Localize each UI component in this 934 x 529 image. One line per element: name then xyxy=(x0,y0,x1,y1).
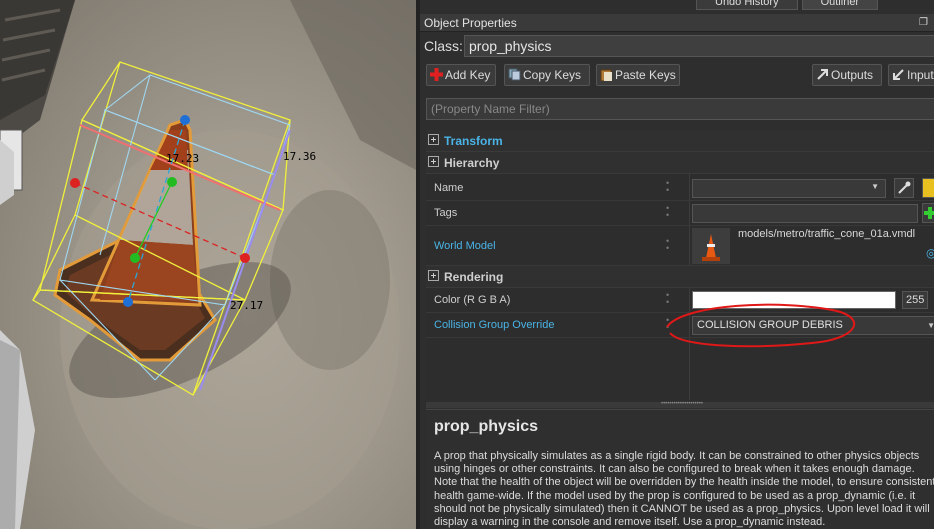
help-body: A prop that physically simulates as a si… xyxy=(434,450,934,529)
add-key-button[interactable]: Add Key xyxy=(426,64,496,86)
property-grid: Transform Hierarchy Name •• ▼ Tags •• xyxy=(426,130,934,400)
class-row: Class: prop_physics xyxy=(420,34,934,58)
x-axis-handle-end[interactable] xyxy=(240,253,250,263)
property-world-model-row: World Model • • models/metro/traffic_cone… xyxy=(426,226,934,266)
eyedropper-icon xyxy=(898,181,911,194)
inputs-arrow-icon xyxy=(893,69,904,80)
help-title: prop_physics xyxy=(434,418,539,435)
object-properties-panel: Undo History Outliner Object Properties … xyxy=(416,0,934,529)
dimension-label-z: 27.17 xyxy=(230,299,264,312)
tab-outliner[interactable]: Outliner xyxy=(801,0,879,10)
chevron-down-icon[interactable]: ▼ xyxy=(871,182,879,191)
help-splitter[interactable]: •••••••••••••••••••• xyxy=(426,401,934,408)
red-annotation-circle xyxy=(666,303,856,348)
world-model-label[interactable]: World Model xyxy=(434,240,496,252)
class-field[interactable]: prop_physics xyxy=(464,35,934,57)
inputs-button[interactable]: Inputs xyxy=(888,64,934,86)
paste-keys-button[interactable]: Paste Keys xyxy=(596,64,680,86)
property-filter-input[interactable]: (Property Name Filter) xyxy=(426,98,934,120)
property-collision-row: Collision Group Override • • COLLISION GR… xyxy=(426,303,934,348)
tags-field[interactable] xyxy=(692,204,918,223)
paste-icon xyxy=(600,69,612,81)
outputs-label: Outputs xyxy=(831,68,874,82)
model-thumbnail[interactable] xyxy=(692,228,730,264)
top-tabs: Undo History Outliner xyxy=(696,0,879,10)
pin-icon[interactable]: • • xyxy=(666,179,672,195)
copy-keys-button[interactable]: Copy Keys xyxy=(504,64,590,86)
group-hierarchy[interactable]: Hierarchy xyxy=(426,152,934,174)
x-axis-handle[interactable] xyxy=(70,178,80,188)
copy-icon xyxy=(508,68,521,81)
group-transform-label: Transform xyxy=(444,134,503,148)
group-rendering-label: Rendering xyxy=(444,270,504,284)
expand-icon[interactable] xyxy=(428,156,439,167)
z-axis-handle-end[interactable] xyxy=(123,297,133,307)
keys-toolbar: Add Key Copy Keys Paste Keys Outputs Inp… xyxy=(420,64,934,88)
add-icon xyxy=(430,68,443,81)
browse-model-icon[interactable]: ◎ xyxy=(926,246,934,260)
group-rendering[interactable]: Rendering xyxy=(426,266,934,288)
expand-icon[interactable] xyxy=(428,134,439,145)
world-model-path[interactable]: models/metro/traffic_cone_01a.vmdl xyxy=(734,226,934,243)
collision-label[interactable]: Collision Group Override xyxy=(434,319,554,331)
float-window-icon[interactable]: ❐ xyxy=(919,14,928,32)
help-panel: prop_physics A prop that physically simu… xyxy=(426,409,934,529)
pin-icon[interactable]: • • xyxy=(666,237,672,253)
class-label: Class: xyxy=(424,38,463,54)
group-transform[interactable]: Transform xyxy=(426,130,934,152)
viewport-scene xyxy=(0,0,416,529)
y-axis-handle-end[interactable] xyxy=(130,253,140,263)
inputs-label: Inputs xyxy=(907,68,934,82)
pin-icon[interactable]: • • xyxy=(666,204,672,220)
3d-viewport[interactable]: 17.23 17.36 27.17 xyxy=(0,0,416,529)
panel-title: Object Properties xyxy=(424,16,517,30)
group-hierarchy-label: Hierarchy xyxy=(444,156,500,170)
name-extra-button[interactable] xyxy=(922,178,934,198)
outputs-button[interactable]: Outputs xyxy=(812,64,882,86)
panel-title-bar: Object Properties ❐ xyxy=(420,14,934,32)
tags-label: Tags xyxy=(434,207,458,219)
traffic-cone-icon xyxy=(702,234,720,261)
expand-icon[interactable] xyxy=(428,270,439,281)
tab-undo-history[interactable]: Undo History xyxy=(696,0,798,10)
add-key-label: Add Key xyxy=(445,68,491,82)
add-tag-button[interactable] xyxy=(922,203,934,223)
color-label: Color (R G B A) xyxy=(434,294,511,306)
dimension-label-y: 17.36 xyxy=(283,150,317,163)
z-axis-handle[interactable] xyxy=(180,115,190,125)
alpha-field[interactable]: 255 xyxy=(902,291,928,309)
y-axis-handle[interactable] xyxy=(167,177,177,187)
name-combo[interactable]: ▼ xyxy=(692,179,886,198)
eyedropper-button[interactable] xyxy=(894,178,914,198)
name-label: Name xyxy=(434,182,464,194)
dimension-label-x: 17.23 xyxy=(166,152,200,165)
copy-keys-label: Copy Keys xyxy=(523,68,582,82)
outputs-arrow-icon xyxy=(817,69,828,80)
paste-keys-label: Paste Keys xyxy=(615,68,676,82)
property-tags-row: Tags • • xyxy=(426,201,934,226)
add-icon xyxy=(924,207,934,219)
chevron-down-icon[interactable]: ▼ xyxy=(927,317,934,334)
property-name-row: Name • • ▼ xyxy=(426,176,934,201)
